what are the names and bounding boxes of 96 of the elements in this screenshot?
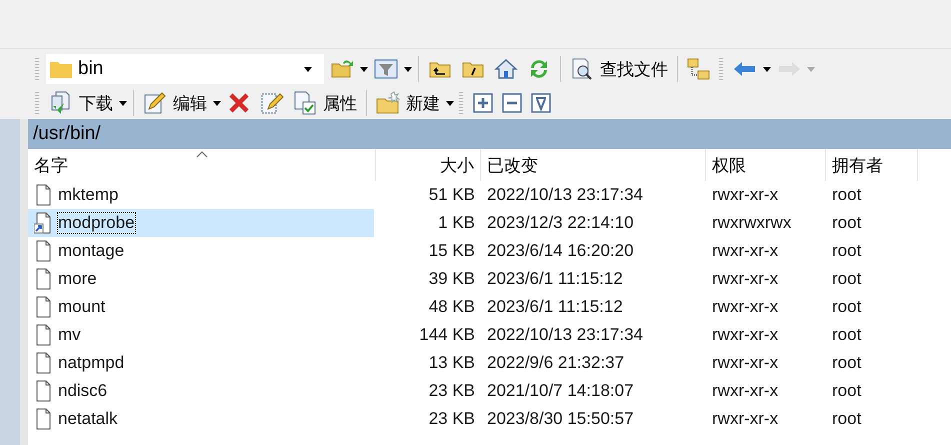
column-header[interactable]: 已改变 bbox=[481, 149, 706, 181]
search-icon bbox=[570, 57, 594, 81]
file-row[interactable]: mktemp bbox=[28, 181, 374, 209]
file-row[interactable]: netatalk bbox=[28, 405, 374, 433]
file-row[interactable]: mount bbox=[28, 293, 374, 321]
filter-icon bbox=[374, 57, 398, 81]
owner: root bbox=[831, 268, 862, 290]
modified-date: 2023/6/1 11:15:12 bbox=[486, 268, 624, 290]
file-name: more bbox=[58, 269, 97, 289]
file-shortcut-icon bbox=[34, 212, 52, 234]
modified-date: 2022/10/13 23:17:34 bbox=[486, 324, 644, 346]
file-icon bbox=[34, 408, 52, 430]
file-icon bbox=[34, 184, 52, 206]
folder-icon bbox=[50, 60, 72, 78]
owner: root bbox=[831, 324, 862, 346]
permissions: rwxr-xr-x bbox=[711, 240, 780, 262]
column-header[interactable]: 名字 bbox=[28, 149, 376, 181]
permissions: rwxr-xr-x bbox=[711, 352, 780, 374]
edit-button[interactable]: 编辑 bbox=[140, 88, 210, 118]
file-size: 48 KB bbox=[428, 296, 476, 318]
file-name: mount bbox=[58, 297, 106, 317]
file-icon bbox=[34, 296, 52, 318]
file-name: ndisc6 bbox=[58, 381, 108, 401]
file-size: 23 KB bbox=[428, 380, 476, 402]
owner: root bbox=[831, 352, 862, 374]
file-name: montage bbox=[58, 241, 124, 261]
caret-icon[interactable] bbox=[404, 66, 412, 72]
file-size: 23 KB bbox=[428, 408, 476, 430]
permissions: rwxrwxrwx bbox=[711, 212, 792, 234]
file-row[interactable]: natpmpd bbox=[28, 349, 374, 377]
permissions: rwxr-xr-x bbox=[711, 408, 780, 430]
caret-icon[interactable] bbox=[213, 100, 221, 106]
file-name: mv bbox=[58, 325, 81, 345]
home-icon bbox=[494, 57, 518, 81]
file-row[interactable]: ndisc6 bbox=[28, 377, 374, 405]
file-row[interactable]: more bbox=[28, 265, 374, 293]
caret-icon[interactable] bbox=[360, 66, 368, 72]
column-header[interactable]: 拥有者 bbox=[826, 149, 918, 181]
pencil-icon bbox=[143, 91, 167, 115]
file-icon bbox=[34, 324, 52, 346]
owner: root bbox=[831, 212, 862, 234]
filter-icon bbox=[531, 93, 551, 113]
file-size: 1 KB bbox=[437, 212, 476, 234]
file-row[interactable]: modprobe bbox=[28, 209, 374, 237]
caret-icon[interactable] bbox=[763, 66, 771, 72]
new-button[interactable]: 新建 bbox=[373, 88, 443, 118]
column-header[interactable]: 大小 bbox=[376, 149, 481, 181]
file-icon bbox=[34, 240, 52, 262]
modified-date: 2022/10/13 23:17:34 bbox=[486, 184, 644, 206]
owner: root bbox=[831, 184, 862, 206]
rename-icon bbox=[260, 91, 284, 115]
new-folder-icon bbox=[376, 91, 400, 115]
file-row[interactable]: mv bbox=[28, 321, 374, 349]
file-row[interactable]: montage bbox=[28, 237, 374, 265]
owner: root bbox=[831, 408, 862, 430]
owner: root bbox=[831, 380, 862, 402]
file-name: netatalk bbox=[58, 409, 118, 429]
file-size: 39 KB bbox=[428, 268, 476, 290]
caret-icon[interactable] bbox=[446, 100, 454, 106]
modified-date: 2023/8/30 15:50:57 bbox=[486, 408, 635, 430]
file-size: 15 KB bbox=[428, 240, 476, 262]
file-icon bbox=[34, 352, 52, 374]
column-header[interactable]: 权限 bbox=[706, 149, 826, 181]
permissions: rwxr-xr-x bbox=[711, 268, 780, 290]
modified-date: 2023/6/14 16:20:20 bbox=[486, 240, 635, 262]
owner: root bbox=[831, 240, 862, 262]
modified-date: 2021/10/7 14:18:07 bbox=[486, 380, 635, 402]
file-size: 13 KB bbox=[428, 352, 476, 374]
delete-icon bbox=[227, 91, 251, 115]
folder-tree-icon bbox=[687, 57, 711, 81]
minus-icon bbox=[502, 93, 522, 113]
file-size: 144 KB bbox=[418, 324, 476, 346]
plus-icon bbox=[473, 93, 493, 113]
sort-ascending-icon bbox=[196, 151, 208, 158]
current-path: /usr/bin/ bbox=[33, 123, 101, 145]
modified-date: 2023/12/3 22:14:10 bbox=[486, 212, 635, 234]
caret-icon[interactable] bbox=[304, 66, 312, 72]
caret-icon[interactable] bbox=[119, 100, 127, 106]
modified-date: 2022/9/6 21:32:37 bbox=[486, 352, 626, 374]
file-name: natpmpd bbox=[58, 353, 124, 373]
permissions: rwxr-xr-x bbox=[711, 380, 780, 402]
permissions: rwxr-xr-x bbox=[711, 296, 780, 318]
properties-button[interactable]: 属性 bbox=[290, 88, 360, 118]
modified-date: 2023/6/1 11:15:12 bbox=[486, 296, 624, 318]
permissions: rwxr-xr-x bbox=[711, 184, 780, 206]
file-size: 51 KB bbox=[428, 184, 476, 206]
find-files-button[interactable]: 查找文件 bbox=[567, 54, 671, 84]
permissions: rwxr-xr-x bbox=[711, 324, 780, 346]
file-name: modprobe bbox=[58, 213, 135, 233]
properties-icon bbox=[293, 91, 317, 115]
download-button[interactable]: 下载 bbox=[46, 88, 116, 118]
file-icon bbox=[34, 268, 52, 290]
owner: root bbox=[831, 296, 862, 318]
address-combobox[interactable]: bin bbox=[46, 54, 324, 84]
file-name: mktemp bbox=[58, 185, 118, 205]
file-icon bbox=[34, 380, 52, 402]
